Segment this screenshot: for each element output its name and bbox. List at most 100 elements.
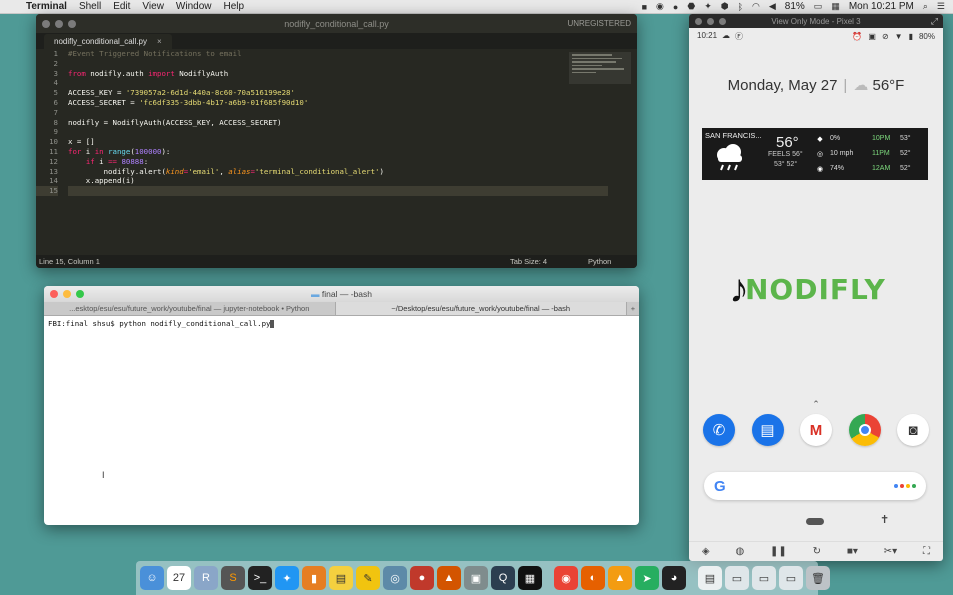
chrome-icon[interactable]: ◉ — [554, 566, 578, 590]
window-title: nodifly_conditional_call.py — [284, 18, 389, 29]
terminal-tab-jupyter[interactable]: ...esktop/esu/esu/future_work/youtube/fi… — [44, 302, 336, 315]
code-token: nodifly.auth — [85, 68, 149, 78]
sublime-titlebar[interactable]: nodifly_conditional_call.py UNREGISTERED — [36, 14, 637, 33]
pause-icon[interactable]: ❚❚ — [770, 546, 787, 557]
current-temp: 56°F — [872, 77, 905, 94]
flag-icon[interactable]: ▦ — [831, 1, 840, 12]
r-app-icon[interactable]: R — [194, 566, 218, 590]
search-icon[interactable]: ⌕ — [923, 1, 928, 12]
tools-icon[interactable]: ✂▾ — [884, 546, 897, 557]
sublime-icon[interactable]: S — [221, 566, 245, 590]
assistant-icon[interactable] — [894, 484, 916, 488]
google-search-bar[interactable]: G — [704, 472, 926, 500]
activity-icon[interactable]: ▦ — [518, 566, 542, 590]
menu-view[interactable]: View — [142, 1, 164, 12]
syntax-selector[interactable]: Python — [588, 257, 611, 266]
virtualbox-icon[interactable]: ▣ — [464, 566, 488, 590]
fullscreen-icon[interactable]: ⤢ — [931, 16, 938, 27]
globe-icon[interactable]: ◎ — [383, 566, 407, 590]
code-editor[interactable]: 1 2 3 4 5 6 7 8 9 10 11 12 13 14 15 #Eve… — [36, 49, 637, 255]
folder-icon[interactable]: ▭ — [725, 566, 749, 590]
wind-value: 10 mph — [830, 150, 854, 157]
weather-city: SAN FRANCIS... — [705, 131, 762, 140]
editor-tab[interactable]: nodifly_conditional_call.py × — [44, 34, 172, 49]
code-line: from nodifly.auth import NodiflyAuth — [68, 69, 608, 79]
refresh-icon[interactable]: ↻ — [813, 546, 821, 557]
home-pill[interactable] — [806, 518, 824, 525]
code-token: 'email' — [188, 166, 220, 176]
accessibility-icon[interactable]: ✝ — [880, 513, 889, 526]
code-token: in — [94, 146, 104, 156]
rotate-icon[interactable]: ◈ — [702, 546, 710, 557]
code-token: if — [85, 156, 95, 166]
battery-icon[interactable]: ▭ — [814, 1, 823, 12]
line-number: 6 — [53, 97, 58, 107]
app-icon[interactable]: ➤ — [635, 566, 659, 590]
control-center-icon[interactable]: ☰ — [937, 1, 945, 12]
assistant-dot — [912, 484, 916, 488]
menu-shell[interactable]: Shell — [79, 1, 101, 12]
vlc-icon[interactable]: ▲ — [608, 566, 632, 590]
firefox-icon[interactable]: ◐ — [581, 566, 605, 590]
tab-size[interactable]: Tab Size: 4 — [510, 257, 547, 266]
status-icon[interactable]: ● — [673, 2, 678, 12]
document-icon[interactable]: ▤ — [698, 566, 722, 590]
gmail-app-icon[interactable]: M — [800, 414, 832, 446]
app-drawer-chevron-icon[interactable]: ⌃ — [689, 399, 943, 410]
code-token: 100000 — [134, 146, 162, 156]
wifi-icon[interactable]: ◠ — [752, 1, 760, 12]
mute-icon: ⊘ — [881, 31, 889, 41]
menu-edit[interactable]: Edit — [113, 1, 130, 12]
close-tab-icon[interactable]: × — [157, 37, 162, 46]
chrome-app-icon[interactable] — [848, 414, 881, 446]
app-icon[interactable]: ● — [410, 566, 434, 590]
folder-icon[interactable]: ▭ — [752, 566, 776, 590]
app-icon[interactable]: ▮ — [302, 566, 326, 590]
line-number: 9 — [53, 127, 58, 137]
status-icon[interactable]: ■ — [642, 2, 647, 12]
bluetooth-icon[interactable]: ᛒ — [738, 2, 743, 12]
camera-app-icon[interactable]: ◙ — [897, 414, 929, 446]
status-icon[interactable]: ✦ — [704, 1, 712, 12]
menu-help[interactable]: Help — [224, 1, 245, 12]
line-gutter: 1 2 3 4 5 6 7 8 9 10 11 12 13 14 15 — [36, 49, 58, 196]
terminal-tab-bash[interactable]: ~/Desktop/esu/esu/future_work/youtube/fi… — [335, 302, 627, 315]
status-icon[interactable]: ⬣ — [687, 1, 695, 12]
code-token: i — [94, 156, 109, 166]
minimap-line — [572, 57, 622, 59]
messages-app-icon[interactable]: ▤ — [751, 414, 784, 446]
stickies-icon[interactable]: ▤ — [329, 566, 353, 590]
volume-icon[interactable]: ◀ — [769, 1, 776, 12]
nodifly-logo: ♪ NODIFLY — [729, 269, 886, 309]
screenshot-icon[interactable]: ◍ — [735, 546, 744, 557]
trash-icon[interactable]: 🗑 — [806, 566, 830, 590]
battery-percent[interactable]: 81% — [785, 1, 805, 12]
clock[interactable]: Mon 10:21 PM — [849, 1, 914, 12]
phone-time: 10:21 — [697, 30, 718, 40]
obs-icon[interactable]: ◕ — [662, 566, 686, 590]
phone-app-icon[interactable]: ✆ — [703, 414, 735, 446]
status-icon[interactable]: ◉ — [656, 1, 664, 12]
terminal-titlebar[interactable]: ▬ final — -bash — [44, 286, 639, 302]
record-icon[interactable]: ■▾ — [847, 546, 858, 557]
code-line: nodifly.alert(kind='email', alias='termi… — [68, 167, 608, 177]
menu-app-terminal[interactable]: Terminal — [26, 1, 67, 12]
messenger-icon[interactable]: ✦ — [275, 566, 299, 590]
date-widget[interactable]: Monday, May 27 | ☁ 56°F — [689, 76, 943, 94]
phone-titlebar[interactable]: View Only Mode - Pixel 3 ⤢ — [689, 14, 943, 28]
expand-icon[interactable]: ⛶ — [923, 546, 930, 557]
calendar-icon[interactable]: 27 — [167, 566, 191, 590]
finder-icon[interactable]: ☺ — [140, 566, 164, 590]
terminal-icon[interactable]: >_ — [248, 566, 272, 590]
folder-icon[interactable]: ▭ — [779, 566, 803, 590]
app-icon[interactable]: ▲ — [437, 566, 461, 590]
minimap[interactable] — [569, 52, 631, 84]
weather-widget[interactable]: SAN FRANCIS... 56° FEELS 56° 53° 52° ◆ 0%… — [702, 128, 928, 180]
menu-window[interactable]: Window — [176, 1, 212, 12]
terminal-output[interactable]: FBI:final shsu$ python nodifly_condition… — [44, 316, 639, 331]
status-icon[interactable]: ⬢ — [721, 1, 729, 12]
quicktime-icon[interactable]: Q — [491, 566, 515, 590]
new-tab-button[interactable]: + — [627, 302, 639, 315]
app-icon[interactable]: ✎ — [356, 566, 380, 590]
